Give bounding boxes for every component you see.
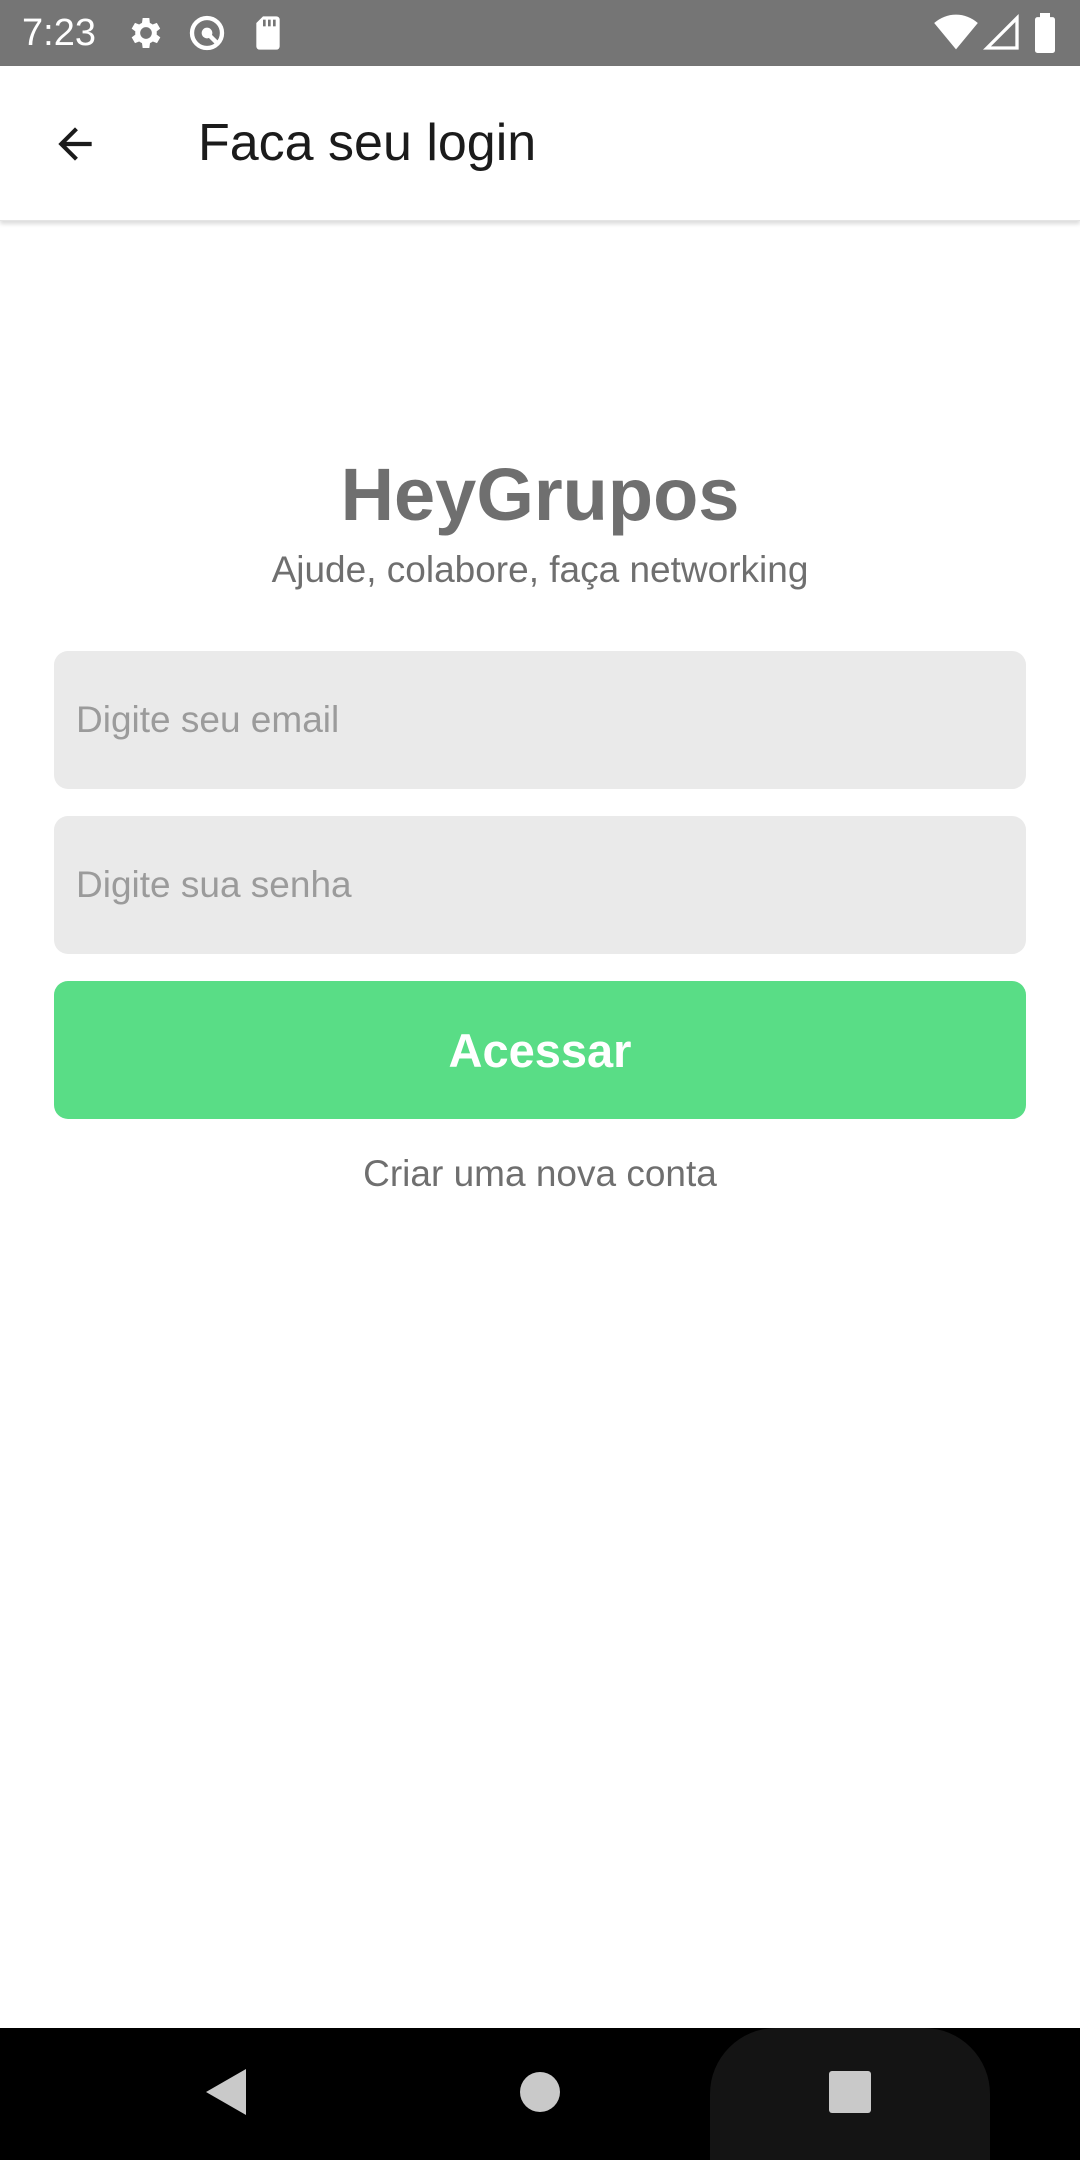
back-button[interactable] bbox=[40, 111, 110, 181]
nav-back-button[interactable] bbox=[186, 2028, 266, 2160]
settings-gear-icon bbox=[126, 13, 166, 53]
status-time: 7:23 bbox=[22, 12, 96, 54]
cell-signal-icon bbox=[982, 13, 1022, 53]
email-field[interactable] bbox=[54, 651, 1026, 789]
app-tagline: Ajude, colabore, faça networking bbox=[271, 549, 809, 590]
nav-home-button[interactable] bbox=[500, 2028, 580, 2160]
app-logo-title: HeyGrupos bbox=[340, 453, 740, 536]
do-not-disturb-icon bbox=[187, 13, 227, 53]
wifi-icon bbox=[934, 13, 978, 53]
login-button[interactable]: Acessar bbox=[54, 981, 1026, 1119]
home-circle-icon bbox=[519, 2071, 561, 2118]
recents-square-icon bbox=[829, 2070, 871, 2118]
create-account-link[interactable]: Criar uma nova conta bbox=[0, 1150, 1080, 1198]
app-bar: Faca seu login bbox=[0, 66, 1080, 221]
page-title: Faca seu login bbox=[198, 114, 537, 172]
password-field[interactable] bbox=[54, 816, 1026, 954]
back-triangle-icon bbox=[204, 2067, 248, 2122]
battery-icon bbox=[1032, 13, 1060, 54]
system-nav-bar bbox=[0, 2028, 1080, 2160]
status-bar: 7:23 bbox=[0, 0, 1080, 66]
sd-card-icon bbox=[248, 13, 288, 53]
nav-recents-button[interactable] bbox=[810, 2028, 890, 2160]
arrow-back-icon bbox=[50, 119, 100, 174]
